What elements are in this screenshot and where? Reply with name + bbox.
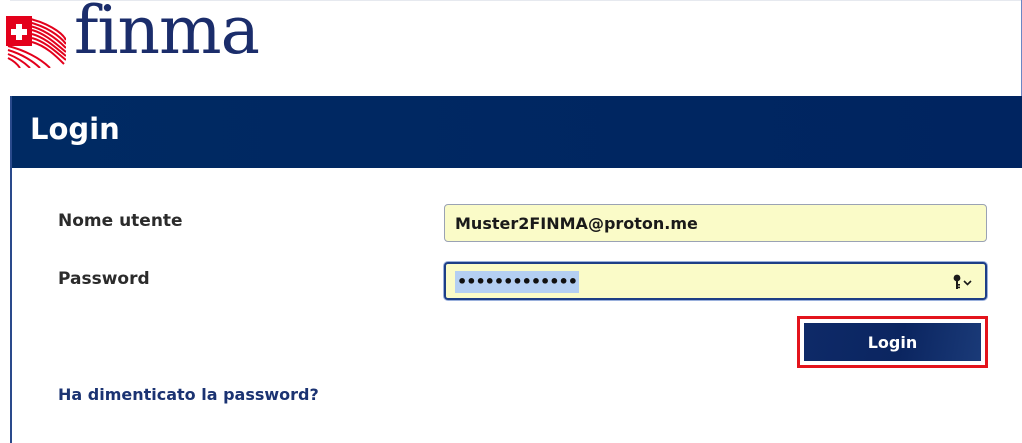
password-masked-value: ••••••••••••• — [455, 271, 579, 293]
logo-wordmark: finma — [74, 0, 260, 69]
login-page: finma Login Nome utente Muster2FINMA@pro… — [0, 0, 1022, 443]
login-button-highlight: Login — [797, 316, 988, 368]
forgot-password-link[interactable]: Ha dimenticato la password? — [58, 385, 319, 404]
swiss-cross-flag-icon — [6, 16, 66, 68]
login-button[interactable]: Login — [804, 323, 981, 361]
login-panel: Login Nome utente Muster2FINMA@proton.me… — [10, 96, 1022, 443]
login-header: Login — [12, 96, 1022, 168]
password-field[interactable]: ••••••••••••• — [444, 262, 987, 300]
finma-logo[interactable]: finma — [6, 0, 266, 70]
password-label: Password — [58, 269, 150, 289]
key-icon[interactable] — [951, 273, 975, 291]
page-title: Login — [30, 112, 120, 146]
username-field[interactable]: Muster2FINMA@proton.me — [444, 204, 987, 242]
username-label: Nome utente — [58, 211, 183, 231]
